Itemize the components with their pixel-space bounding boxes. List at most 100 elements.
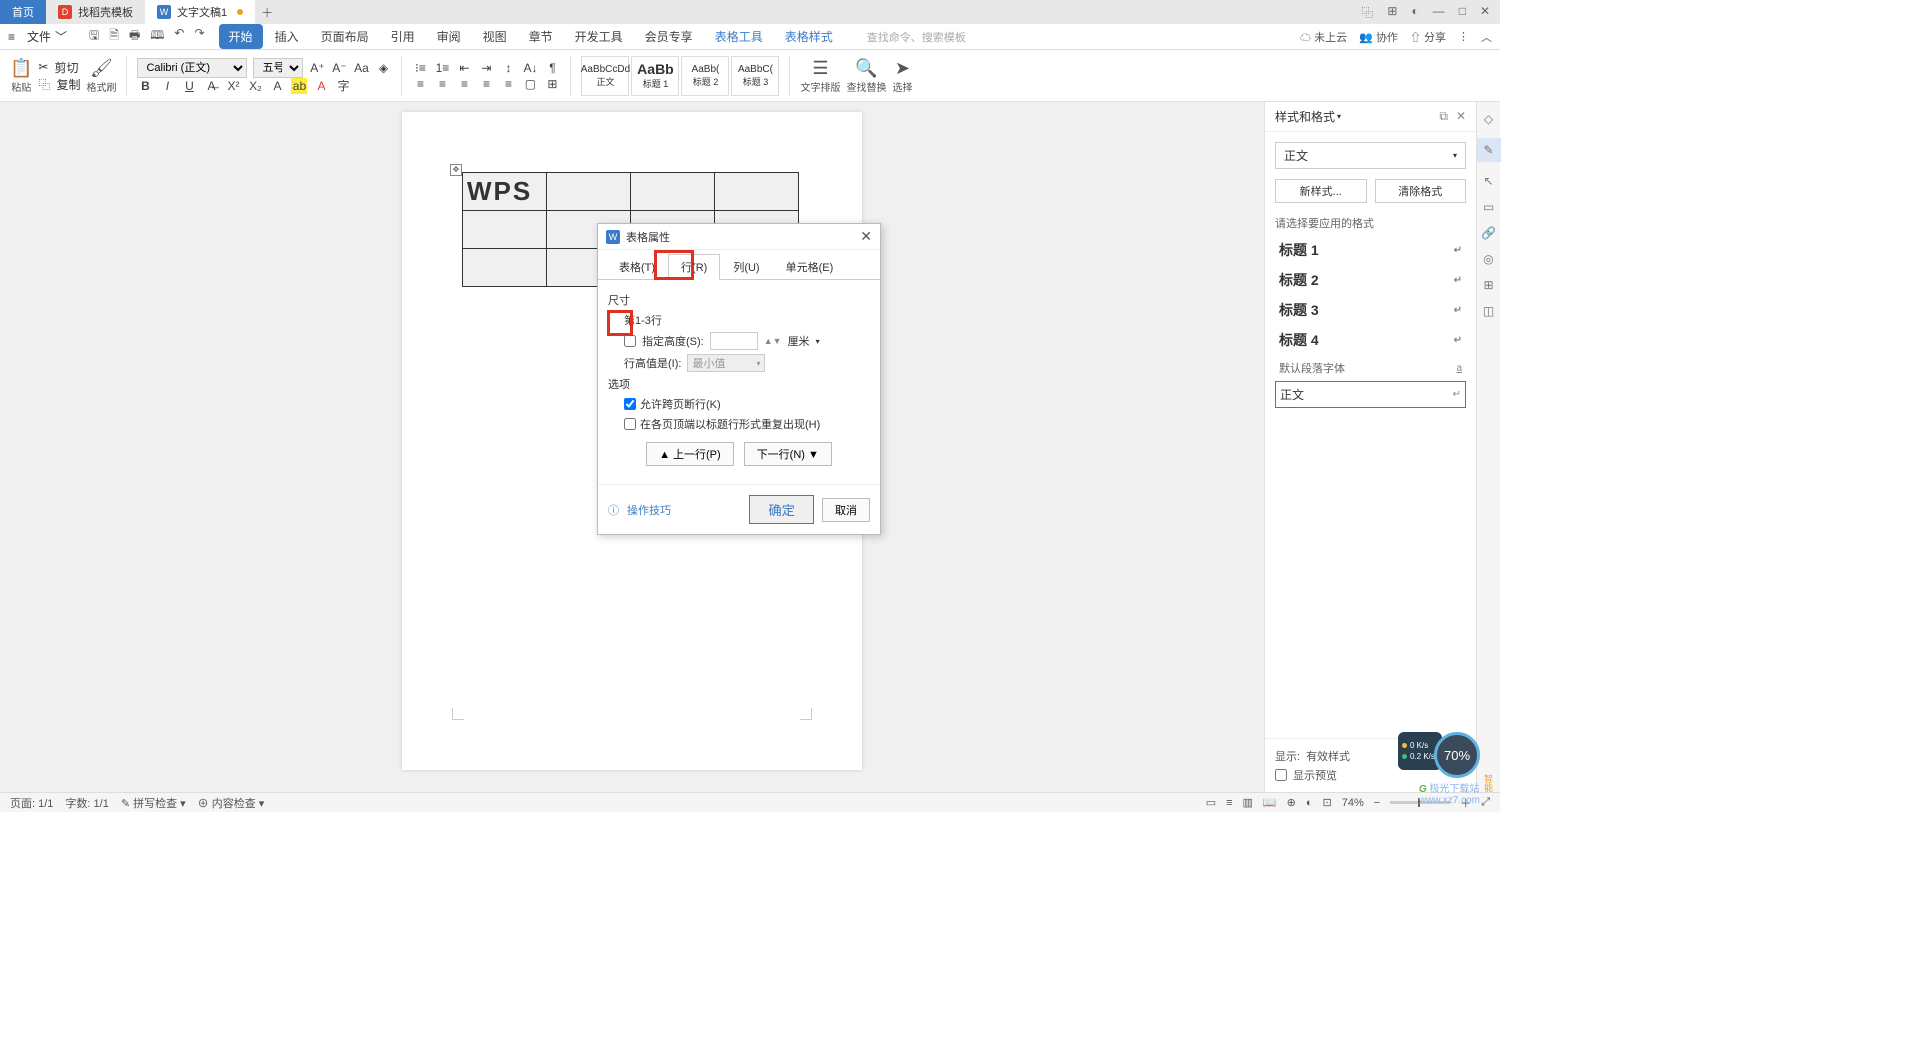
new-style-button[interactable]: 新样式... (1275, 179, 1367, 203)
show-preview-checkbox[interactable] (1275, 769, 1287, 781)
pin-icon[interactable]: ⧉ (1439, 109, 1448, 124)
allow-break-checkbox[interactable]: 允许跨页断行(K) (624, 396, 870, 412)
redo-icon[interactable]: ↷ (194, 26, 204, 47)
word-count[interactable]: 字数: 1/1 (65, 795, 108, 811)
format-painter-button[interactable]: 🖌格式刷 (86, 58, 116, 94)
change-case-icon[interactable]: Aa (353, 60, 369, 76)
borders-icon[interactable]: ⊞ (544, 76, 560, 92)
dialog-tab-column[interactable]: 列(U) (720, 254, 772, 280)
view-full-icon[interactable]: ⊕ (1287, 796, 1296, 809)
dialog-close-button[interactable]: ✕ (860, 228, 872, 245)
table-move-handle-icon[interactable]: ✥ (450, 164, 462, 176)
tab-home[interactable]: 首页 (0, 0, 46, 24)
paste-group[interactable]: 📋粘贴 (10, 58, 32, 94)
print-icon[interactable]: 🖶 (129, 26, 140, 47)
tips-link[interactable]: 操作技巧 (627, 502, 671, 518)
menu-pagelayout[interactable]: 页面布局 (311, 24, 379, 49)
next-row-button[interactable]: 下一行(N) ▼ (744, 442, 832, 466)
coop-button[interactable]: 👥 协作 (1359, 29, 1398, 45)
shape-icon[interactable]: ▭ (1483, 200, 1494, 214)
style-item-h3[interactable]: 标题 3↵ (1275, 295, 1466, 325)
copy-icon[interactable]: ⿻ (38, 76, 50, 93)
bold-button[interactable]: B (137, 78, 153, 94)
fit-icon[interactable]: ⊡ (1323, 796, 1332, 809)
prev-row-button[interactable]: ▲ 上一行(P) (646, 442, 734, 466)
link-icon[interactable]: 🔗 (1481, 226, 1496, 240)
unit-label[interactable]: 厘米 (788, 333, 810, 349)
linespacing-icon[interactable]: ↕ (500, 60, 516, 76)
spellcheck-status[interactable]: ✎ 拼写检查 ▾ (121, 795, 186, 811)
layers-icon[interactable]: ◫ (1483, 304, 1494, 318)
numbering-icon[interactable]: 1≡ (434, 60, 450, 76)
align-center-icon[interactable]: ≡ (434, 76, 450, 92)
undo-icon[interactable]: ↶ (174, 26, 184, 47)
view-focus-icon[interactable]: ◐ (1306, 797, 1313, 809)
shrink-font-icon[interactable]: A⁻ (331, 60, 347, 76)
menu-member[interactable]: 会员专享 (635, 24, 703, 49)
menu-view[interactable]: 视图 (473, 24, 517, 49)
strike-button[interactable]: A̶ (203, 78, 219, 94)
style-gallery[interactable]: AaBbCcDd正文 AaBb标题 1 AaBb(标题 2 AaBbC(标题 3 (581, 56, 779, 96)
theme-icon[interactable]: ◐ (1411, 4, 1418, 21)
layout-icon[interactable]: ⿻ (1361, 4, 1373, 21)
tab-add-button[interactable]: ＋ (255, 4, 279, 21)
height-spinner[interactable] (710, 332, 758, 350)
collapse-ribbon-icon[interactable]: ︿ (1481, 29, 1492, 45)
specify-height-checkbox[interactable] (624, 335, 636, 347)
close-button[interactable]: ✕ (1480, 4, 1490, 21)
current-style-select[interactable]: 正文▾ (1275, 142, 1466, 169)
zoom-out-button[interactable]: − (1374, 797, 1380, 809)
expand-icon[interactable]: ⤢ (1481, 796, 1490, 809)
style-h2[interactable]: AaBb(标题 2 (681, 56, 729, 96)
font-color-button[interactable]: A (313, 78, 329, 94)
indent-icon[interactable]: ⇥ (478, 60, 494, 76)
font-name-select[interactable]: Calibri (正文) (137, 58, 247, 78)
view-outline-icon[interactable]: ≡ (1226, 797, 1232, 809)
maximize-button[interactable]: □ (1459, 4, 1466, 21)
style-item-normal[interactable]: 正文↵ (1275, 381, 1466, 408)
page-status[interactable]: 页面: 1/1 (10, 795, 53, 811)
distribute-icon[interactable]: ≡ (500, 76, 516, 92)
repeat-header-checkbox[interactable]: 在各页顶端以标题行形式重复出现(H) (624, 416, 870, 432)
showmarks-icon[interactable]: ¶ (544, 60, 560, 76)
contentcheck-status[interactable]: ⊕ 内容检查 ▾ (198, 795, 265, 811)
subscript-button[interactable]: X₂ (247, 78, 263, 94)
clear-format-icon[interactable]: ◈ (375, 60, 391, 76)
dialog-tab-cell[interactable]: 单元格(E) (773, 254, 847, 280)
share-button[interactable]: ⇧ 分享 (1410, 29, 1446, 45)
view-web-icon[interactable]: ▥ (1243, 796, 1253, 809)
style-item-h1[interactable]: 标题 1↵ (1275, 235, 1466, 265)
align-right-icon[interactable]: ≡ (456, 76, 472, 92)
menu-sections[interactable]: 章节 (519, 24, 563, 49)
view-mode-icon[interactable]: ▭ (1206, 796, 1216, 809)
minimize-button[interactable]: — (1433, 4, 1445, 21)
file-menu[interactable]: 文件﹀ (21, 26, 73, 47)
outdent-icon[interactable]: ⇤ (456, 60, 472, 76)
menu-insert[interactable]: 插入 (265, 24, 309, 49)
diamond-icon[interactable]: ◇ (1484, 112, 1493, 126)
menu-icon[interactable]: ≡ (8, 30, 15, 44)
italic-button[interactable]: I (159, 78, 175, 94)
apps-icon[interactable]: ⊞ (1387, 4, 1397, 21)
table-cell[interactable]: WPS (463, 173, 547, 211)
tab-templates[interactable]: D 找稻壳模板 (46, 0, 145, 24)
align-justify-icon[interactable]: ≡ (478, 76, 494, 92)
zoom-value[interactable]: 74% (1342, 797, 1364, 809)
clear-format-button[interactable]: 清除格式 (1375, 179, 1467, 203)
shading-icon[interactable]: ▢ (522, 76, 538, 92)
style-item-h4[interactable]: 标题 4↵ (1275, 325, 1466, 355)
command-search[interactable]: 查找命令、搜索模板 (867, 29, 966, 45)
grid-icon[interactable]: ⊞ (1483, 278, 1493, 292)
smart-label[interactable]: 智能 (1482, 774, 1495, 792)
underline-button[interactable]: U (181, 78, 197, 94)
style-normal[interactable]: AaBbCcDd正文 (581, 56, 629, 96)
menu-tablestyle[interactable]: 表格样式 (775, 24, 843, 49)
superscript-button[interactable]: X² (225, 78, 241, 94)
grow-font-icon[interactable]: A⁺ (309, 60, 325, 76)
menu-start[interactable]: 开始 (219, 24, 263, 49)
style-item-h2[interactable]: 标题 2↵ (1275, 265, 1466, 295)
style-h3[interactable]: AaBbC(标题 3 (731, 56, 779, 96)
show-value-select[interactable]: 有效样式 (1306, 748, 1350, 764)
dialog-tab-row[interactable]: 行(R) (668, 254, 720, 280)
sort-icon[interactable]: A↓ (522, 60, 538, 76)
